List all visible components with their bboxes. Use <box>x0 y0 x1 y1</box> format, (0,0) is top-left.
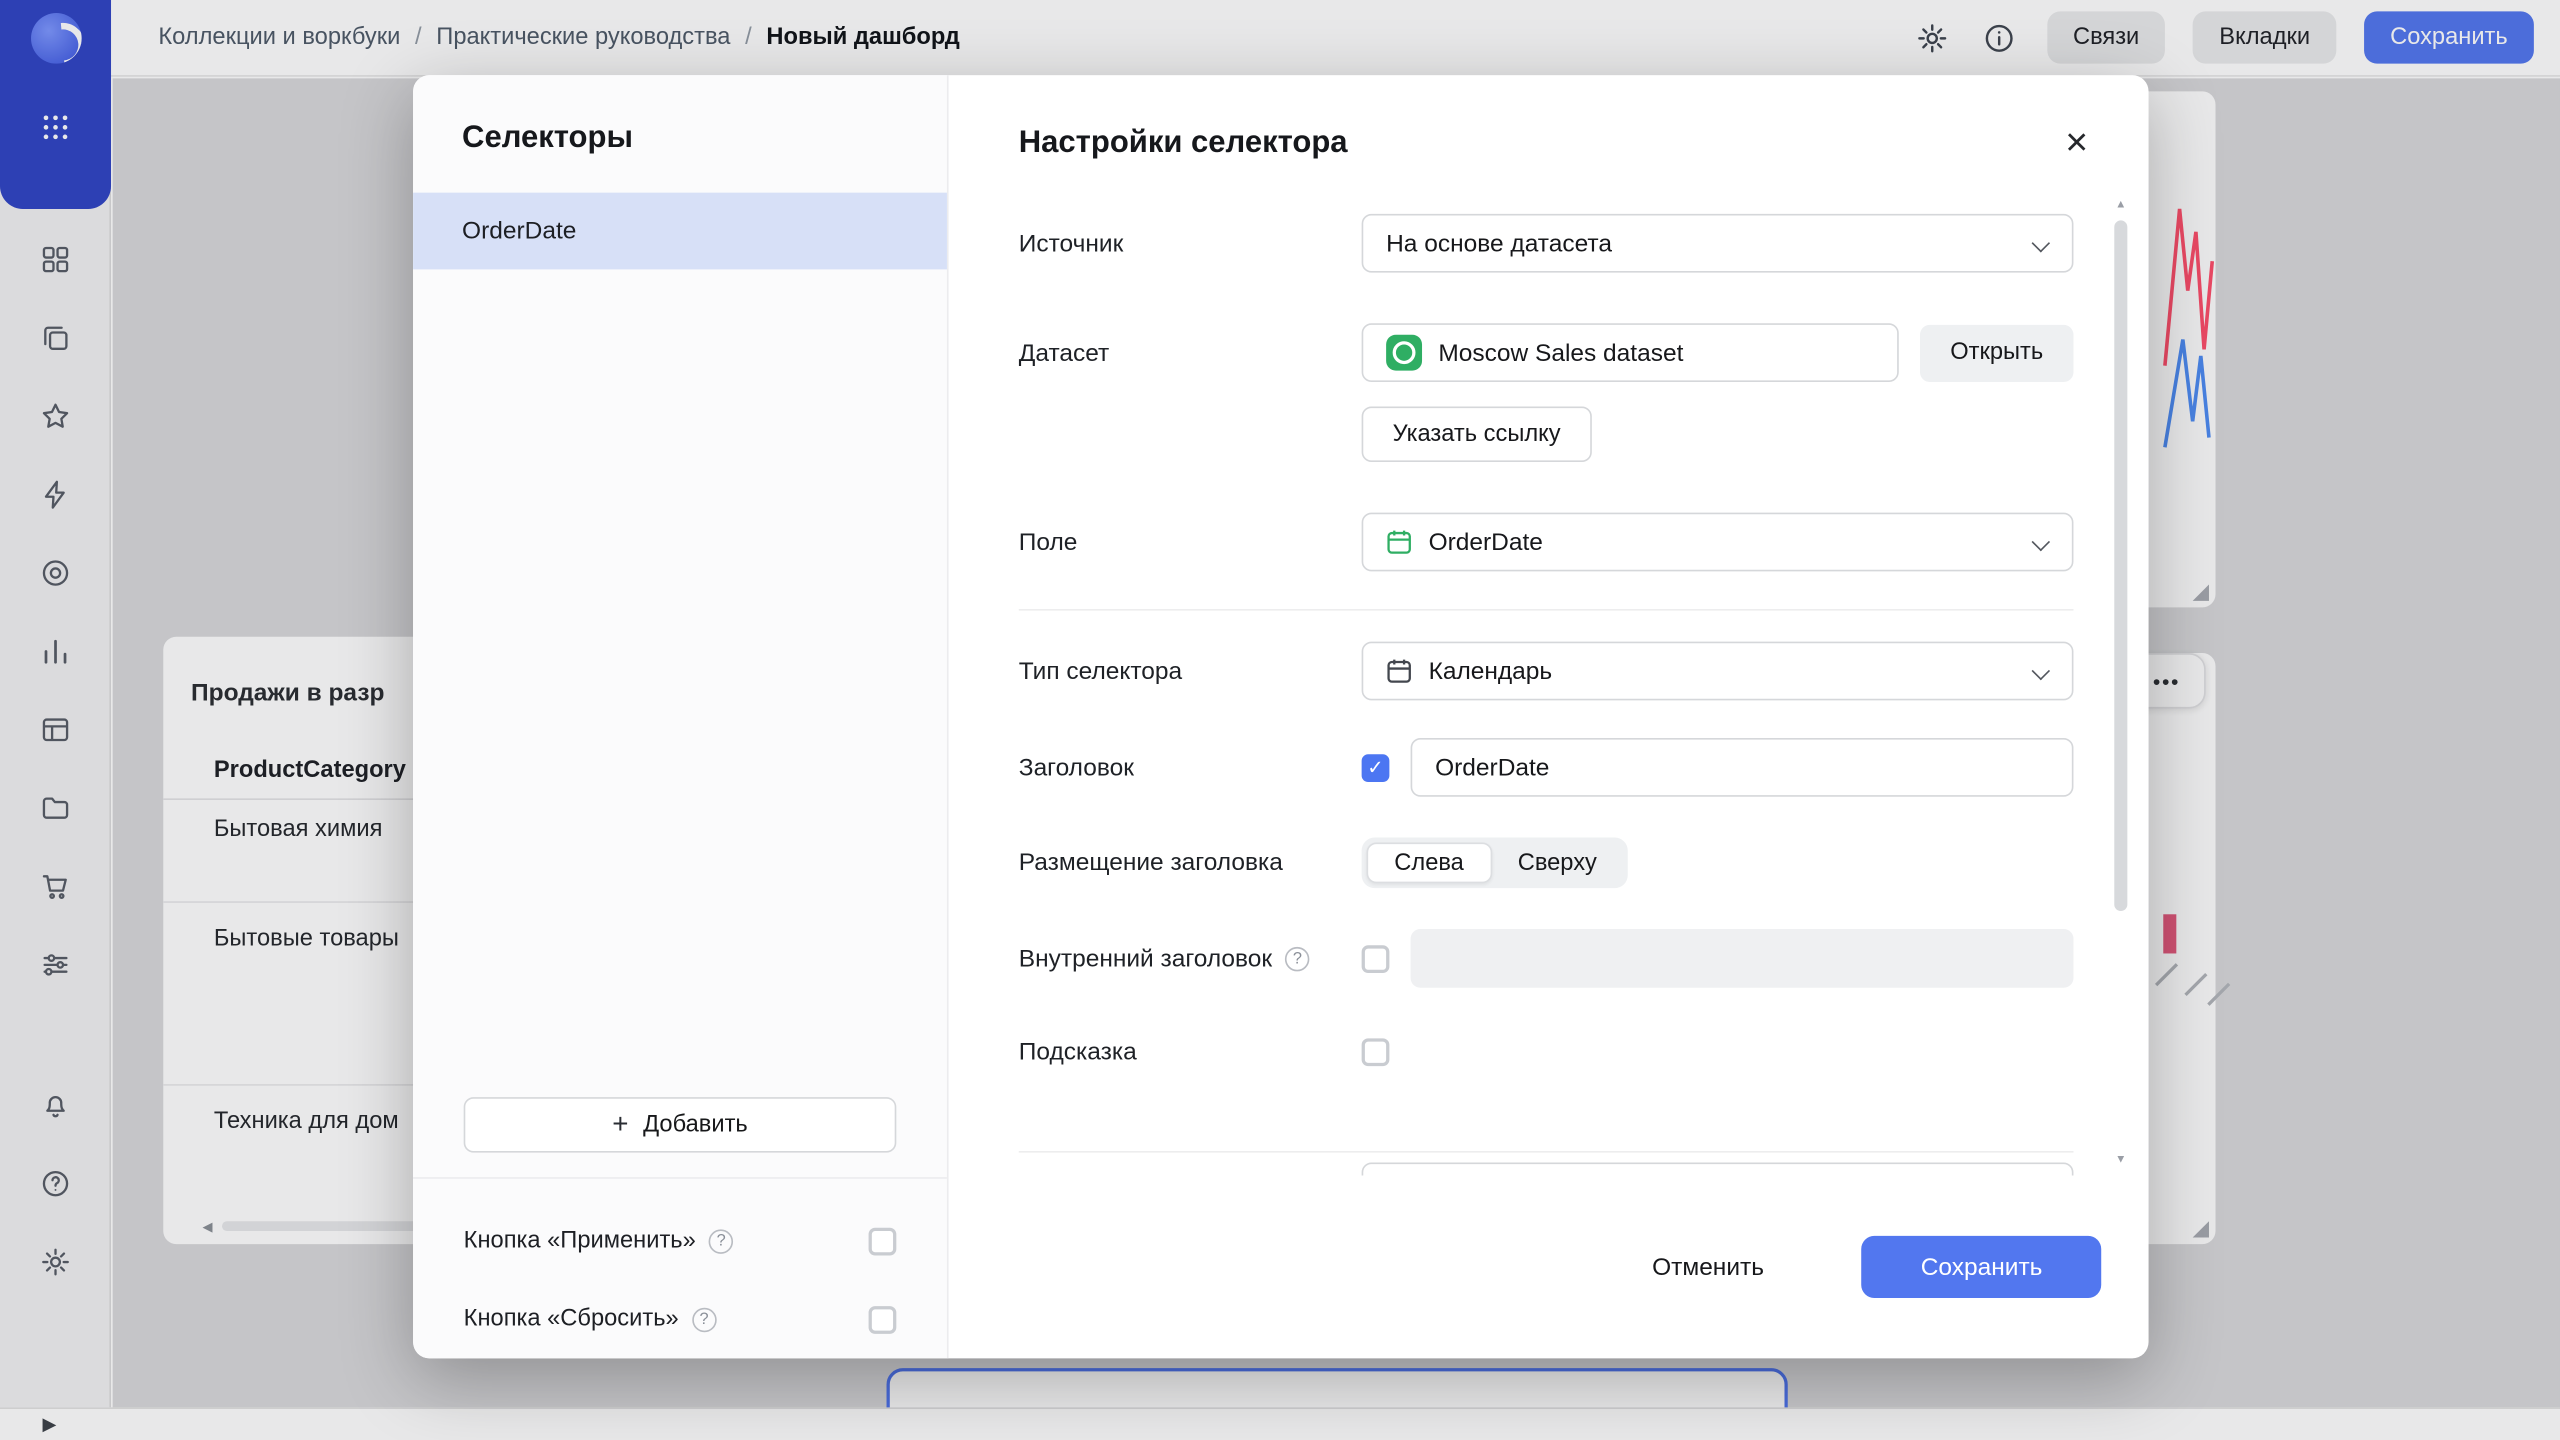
selector-type-value: Календарь <box>1429 657 1553 685</box>
form-divider <box>1019 609 2074 611</box>
inner-title-input-disabled <box>1411 929 2074 988</box>
apply-button-checkbox[interactable] <box>869 1227 897 1255</box>
title-row: Заголовок ✓ OrderDate <box>1019 738 2074 797</box>
chevron-down-icon <box>2032 662 2050 680</box>
selectors-panel-options: Кнопка «Применить» ? Кнопка «Сбросить» ? <box>413 1177 947 1358</box>
reset-button-option-row: Кнопка «Сбросить» ? <box>464 1280 897 1358</box>
selector-settings-panel: Настройки селектора × Источник На основе… <box>949 75 2149 1358</box>
settings-header: Настройки селектора × <box>949 75 2149 188</box>
scroll-down-icon[interactable]: ▼ <box>2115 1153 2126 1169</box>
calendar-field-icon <box>1386 529 1412 555</box>
add-selector-button[interactable]: + Добавить <box>464 1097 897 1153</box>
check-icon: ✓ <box>1367 756 1383 779</box>
source-row: Источник На основе датасета <box>1019 214 2074 273</box>
scrollbar-thumb[interactable] <box>2114 220 2127 911</box>
selectors-panel: Селекторы OrderDate + Добавить Кнопка «П… <box>413 75 949 1358</box>
dialog-footer: Отменить Сохранить <box>949 1176 2149 1359</box>
field-select-value: OrderDate <box>1429 528 1543 556</box>
source-select[interactable]: На основе датасета <box>1362 214 2074 273</box>
inner-title-label: Внутренний заголовок ? <box>1019 944 1362 972</box>
dataset-row: Датасет Moscow Sales dataset Открыть <box>1019 323 2074 382</box>
open-dataset-button[interactable]: Открыть <box>1920 324 2073 381</box>
application-window: Коллекции и воркбуки / Практические руко… <box>0 0 2560 1440</box>
title-input-value: OrderDate <box>1435 753 1549 781</box>
hint-checkbox[interactable] <box>1362 1038 1390 1066</box>
settings-title: Настройки селектора <box>1019 125 1348 161</box>
specify-link-button[interactable]: Указать ссылку <box>1362 407 1592 463</box>
apply-help-icon[interactable]: ? <box>709 1229 733 1253</box>
reset-button-checkbox[interactable] <box>869 1305 897 1333</box>
form-divider <box>1019 1151 2074 1153</box>
field-row: Поле OrderDate <box>1019 513 2074 572</box>
scroll-up-icon[interactable]: ▲ <box>2115 198 2126 214</box>
inner-title-row: Внутренний заголовок ? <box>1019 929 2074 988</box>
cancel-button[interactable]: Отменить <box>1619 1236 1796 1298</box>
calendar-type-icon <box>1386 658 1412 684</box>
selector-type-select[interactable]: Календарь <box>1362 642 2074 701</box>
title-label: Заголовок <box>1019 753 1362 781</box>
field-select[interactable]: OrderDate <box>1362 513 2074 572</box>
chevron-down-icon <box>2032 234 2050 252</box>
source-select-value: На основе датасета <box>1386 229 1612 257</box>
apply-button-option-label: Кнопка «Применить» <box>464 1228 696 1254</box>
hint-row: Подсказка <box>1019 1027 2074 1078</box>
operation-row-clipped: Операция ? <box>1019 1162 2074 1175</box>
selectors-list-empty-space <box>413 269 947 1097</box>
title-checkbox[interactable]: ✓ <box>1362 753 1390 781</box>
close-icon[interactable]: × <box>2054 120 2100 166</box>
selector-type-label: Тип селектора <box>1019 657 1362 685</box>
placement-top-option[interactable]: Сверху <box>1492 842 1623 883</box>
settings-scrollbar: ▲ ▼ <box>2109 198 2132 1169</box>
placement-left-option[interactable]: Слева <box>1367 842 1492 883</box>
title-placement-label: Размещение заголовка <box>1019 849 1362 877</box>
save-selector-button[interactable]: Сохранить <box>1862 1236 2101 1298</box>
dataset-label: Датасет <box>1019 339 1362 367</box>
title-placement-segmented-control: Слева Сверху <box>1362 838 1628 889</box>
dataset-input[interactable]: Moscow Sales dataset <box>1362 323 1899 382</box>
field-label: Поле <box>1019 528 1362 556</box>
dataset-icon <box>1386 335 1422 371</box>
operation-select[interactable] <box>1362 1162 2074 1175</box>
selector-list-item-orderdate[interactable]: OrderDate <box>413 193 947 270</box>
chevron-down-icon <box>2032 533 2050 551</box>
selector-settings-dialog: Селекторы OrderDate + Добавить Кнопка «П… <box>413 75 2149 1358</box>
dataset-link-row: Указать ссылку <box>1019 407 2074 463</box>
plus-icon: + <box>612 1109 628 1142</box>
selectors-panel-title: Селекторы <box>462 121 898 157</box>
title-placement-row: Размещение заголовка Слева Сверху <box>1019 838 2074 889</box>
add-selector-label: Добавить <box>643 1112 748 1138</box>
inner-title-checkbox[interactable] <box>1362 944 1390 972</box>
title-input[interactable]: OrderDate <box>1411 738 2074 797</box>
settings-form: Источник На основе датасета Датасет Mosc… <box>949 188 2149 1176</box>
reset-button-option-label: Кнопка «Сбросить» <box>464 1306 679 1332</box>
dataset-value: Moscow Sales dataset <box>1438 339 1683 367</box>
apply-button-option-row: Кнопка «Применить» ? <box>464 1202 897 1280</box>
inner-title-help-icon[interactable]: ? <box>1285 946 1309 970</box>
hint-label: Подсказка <box>1019 1038 1362 1066</box>
selector-type-row: Тип селектора Календарь <box>1019 642 2074 701</box>
source-label: Источник <box>1019 229 1362 257</box>
reset-help-icon[interactable]: ? <box>692 1307 716 1331</box>
